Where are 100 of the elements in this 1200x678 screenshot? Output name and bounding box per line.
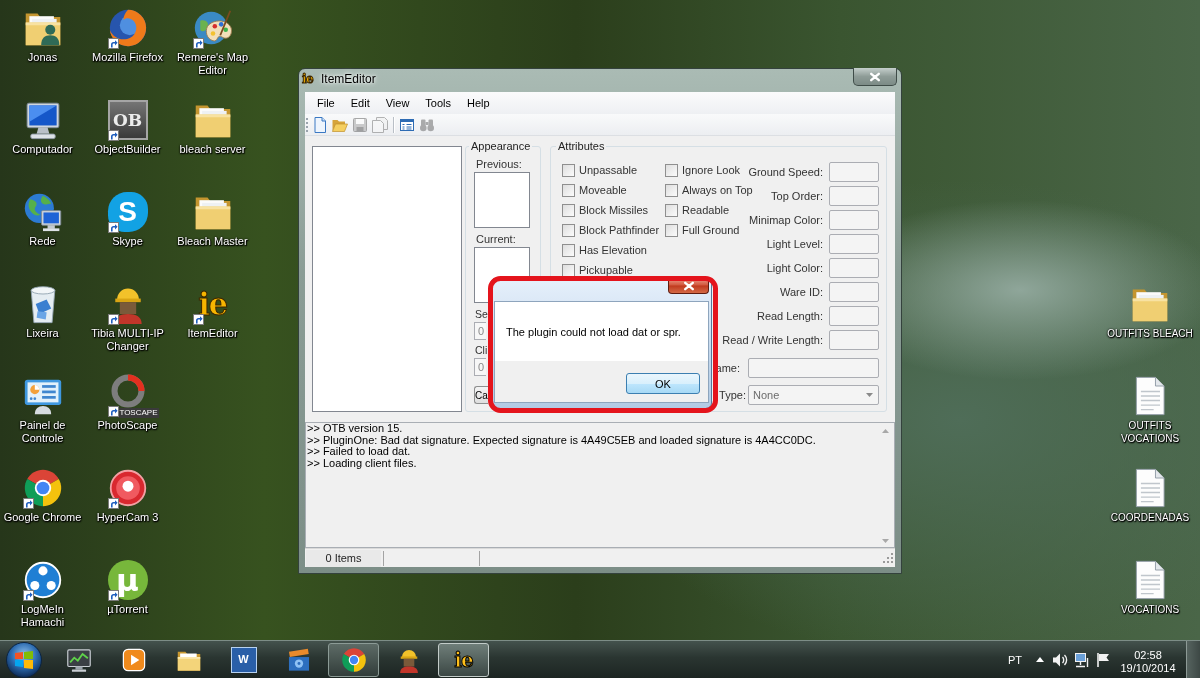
- item-list[interactable]: [312, 146, 462, 412]
- checkbox[interactable]: [562, 223, 575, 237]
- start-button[interactable]: [6, 641, 42, 678]
- desktop-icon-label[interactable]: PhotoScape: [97, 419, 158, 432]
- menu-item[interactable]: Edit: [342, 94, 378, 112]
- record-button-icon[interactable]: [107, 468, 148, 508]
- checkbox-label[interactable]: Ignore Look: [682, 164, 741, 176]
- field-label: Current:: [476, 233, 516, 246]
- checkbox-label[interactable]: Always on Top: [682, 184, 753, 196]
- checkbox-label[interactable]: Pickupable: [579, 264, 633, 276]
- resize-grip-icon[interactable]: [883, 553, 893, 563]
- desktop-icon-label[interactable]: Lixeira: [26, 327, 59, 340]
- field-label: Se: [475, 308, 488, 321]
- desktop-icon-label[interactable]: Painel de Controle: [1, 419, 84, 445]
- checkbox[interactable]: [562, 163, 575, 177]
- menu-item[interactable]: Tools: [417, 94, 460, 112]
- checkbox[interactable]: [562, 203, 575, 217]
- input-field[interactable]: [829, 162, 879, 182]
- letter-tile-icon[interactable]: W: [230, 646, 257, 673]
- checkbox[interactable]: [562, 243, 575, 257]
- desktop-icon-label[interactable]: Bleach Master: [177, 235, 248, 248]
- close-button[interactable]: [853, 68, 897, 86]
- log-line: >> Loading client files.: [307, 458, 418, 470]
- checkbox-label[interactable]: Block Missiles: [579, 204, 649, 216]
- taskbar-button[interactable]: [328, 642, 379, 677]
- monitor-chart-icon[interactable]: [65, 646, 92, 673]
- input-field[interactable]: [829, 258, 879, 278]
- input-field[interactable]: [829, 282, 879, 302]
- menu-item[interactable]: File: [309, 94, 343, 112]
- desktop-icon-label[interactable]: COORDENADAS: [1110, 511, 1190, 524]
- caret-up-icon[interactable]: [1036, 657, 1044, 662]
- checkbox[interactable]: [562, 263, 575, 277]
- network-icon[interactable]: [1074, 651, 1090, 668]
- desktop-icon-label[interactable]: ObjectBuilder: [94, 143, 161, 156]
- checkbox-label[interactable]: Unpassable: [579, 164, 638, 176]
- desktop-icon-label[interactable]: bleach server: [179, 143, 246, 156]
- desktop-icon-label[interactable]: OUTFITS BLEACH: [1107, 327, 1193, 340]
- checkbox[interactable]: [665, 183, 678, 197]
- checkbox[interactable]: [562, 183, 575, 197]
- desktop-icon-label[interactable]: Google Chrome: [3, 511, 82, 524]
- checkbox-label[interactable]: Readable: [682, 204, 730, 216]
- play-icon[interactable]: [120, 646, 147, 673]
- checkbox-label[interactable]: Block Pathfinder: [579, 224, 660, 236]
- letter-logo-icon[interactable]: ie: [198, 284, 227, 324]
- dots-circle-icon[interactable]: [22, 560, 63, 600]
- close-icon: [682, 280, 695, 291]
- partly-hidden-button[interactable]: Ca: [474, 386, 488, 404]
- input-field[interactable]: [829, 186, 879, 206]
- checkbox[interactable]: [665, 223, 678, 237]
- input-field[interactable]: [748, 358, 879, 378]
- desktop-icon-label[interactable]: OUTFITS VOCATIONS: [1101, 419, 1199, 445]
- dialog-message: The plugin could not load dat or spr.: [506, 325, 681, 338]
- desktop-icon-label[interactable]: HyperCam 3: [96, 511, 159, 524]
- menu-item[interactable]: View: [377, 94, 418, 112]
- desktop-icon-label[interactable]: Mozilla Firefox: [92, 51, 163, 64]
- ok-button[interactable]: OK: [626, 373, 700, 394]
- desktop-icon-label[interactable]: Jonas: [27, 51, 58, 64]
- speaker-icon[interactable]: [1052, 651, 1068, 668]
- menu-item[interactable]: Help: [459, 94, 498, 112]
- desktop-icon-label[interactable]: VOCATIONS: [1120, 603, 1180, 616]
- checkbox-label[interactable]: Has Elevation: [579, 244, 647, 256]
- field-label: Ware ID:: [780, 285, 823, 299]
- network-icon[interactable]: [22, 192, 63, 232]
- show-desktop-button[interactable]: [1186, 641, 1200, 678]
- status-text: 0 Items: [306, 549, 381, 567]
- desktop-icon-label[interactable]: Remere's Map Editor: [171, 51, 254, 77]
- language-indicator[interactable]: PT: [1001, 653, 1029, 666]
- clock-date[interactable]: 19/10/2014: [1120, 661, 1176, 675]
- taskbar-button[interactable]: W: [218, 642, 269, 677]
- desktop-icon-label[interactable]: µTorrent: [107, 603, 148, 616]
- desktop-icon-label[interactable]: ItemEditor: [187, 327, 238, 340]
- clock-time[interactable]: 02:58: [1134, 648, 1162, 662]
- input-field[interactable]: [829, 210, 879, 230]
- log-output[interactable]: >> OTB version 15. >> PluginOne: Bad dat signature. Expected signature is 4A49C5EB and loaded signature is 4A4CC0DC. >> Failed to load dat. >> Loading client files.: [305, 422, 895, 548]
- field-label: Light Level:: [766, 237, 823, 251]
- desktop-icon-label[interactable]: Rede: [29, 235, 56, 248]
- circle-logo-icon[interactable]: [340, 646, 367, 673]
- globe-logo-icon[interactable]: [107, 8, 148, 48]
- input-field[interactable]: [829, 234, 879, 254]
- checkbox[interactable]: [665, 203, 678, 217]
- field-label: Top Order:: [771, 189, 823, 203]
- checkbox-label[interactable]: Moveable: [579, 184, 627, 196]
- field-label: Type:: [719, 388, 746, 402]
- desktop-icon-label[interactable]: Skype: [112, 235, 143, 248]
- checkbox[interactable]: [665, 163, 678, 177]
- field-label: Read Length:: [756, 309, 823, 323]
- group-title: Appearance: [470, 140, 532, 153]
- field-label: Ground Speed:: [748, 165, 823, 179]
- sprite-preview: [474, 172, 530, 228]
- input-field[interactable]: [829, 330, 879, 350]
- input-field[interactable]: [829, 306, 879, 326]
- desktop-icon-label[interactable]: LogMeIn Hamachi: [1, 603, 84, 629]
- desktop-icon-label[interactable]: Computador: [12, 143, 73, 156]
- flag-icon[interactable]: [1095, 651, 1111, 668]
- desktop-icon-label[interactable]: Tibia MULTI-IP Changer: [86, 327, 169, 353]
- dropdown[interactable]: None: [748, 385, 879, 405]
- log-line: >> Failed to load dat.: [307, 446, 412, 459]
- checkbox-label[interactable]: Full Ground: [682, 224, 740, 236]
- close-icon: [869, 71, 881, 82]
- circle-logo-icon[interactable]: [22, 468, 63, 508]
